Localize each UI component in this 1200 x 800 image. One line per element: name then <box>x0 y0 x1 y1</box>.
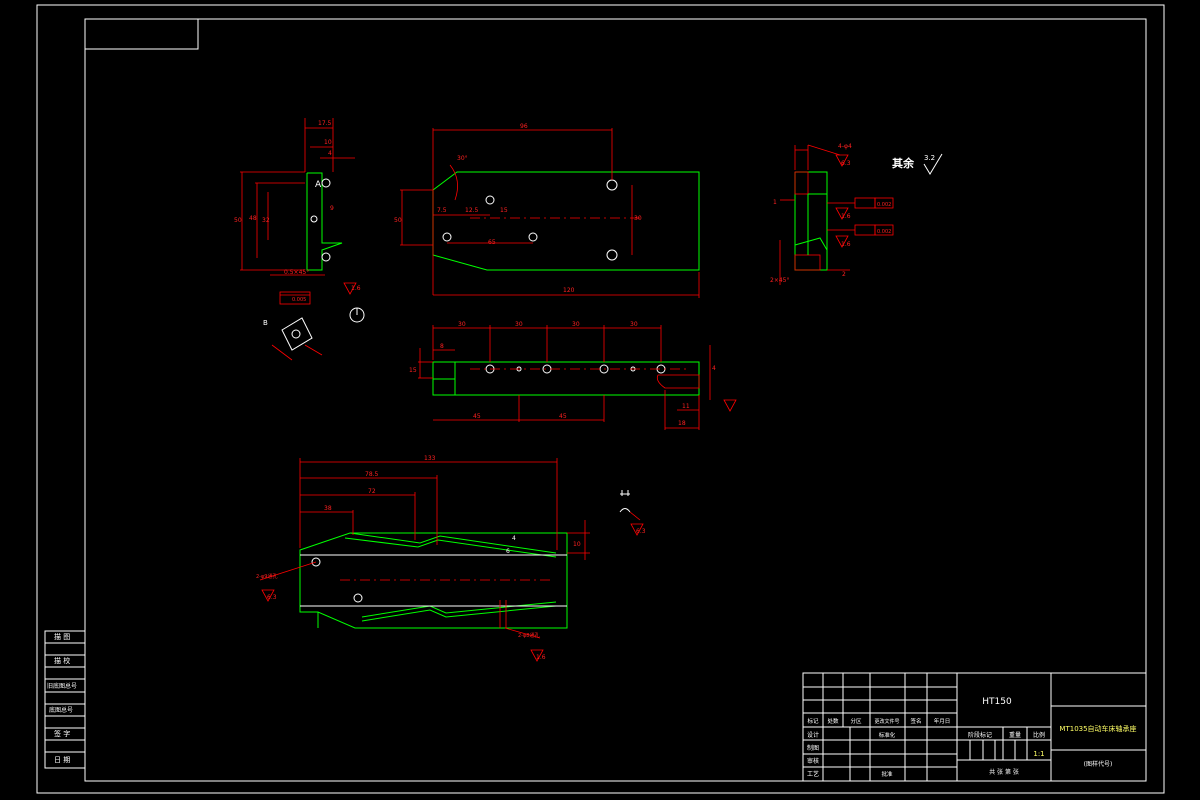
rev-header-4: 签名 <box>910 717 921 725</box>
dim-bot-133: 133 <box>424 455 436 462</box>
dim-mid-30c: 30 <box>572 321 580 328</box>
role-2: 审核 <box>807 757 819 765</box>
dim-main-angle: 30° <box>457 155 468 162</box>
dim-main-bottom: 120 <box>563 287 575 294</box>
dim-v1-bottom: 0.5×45° <box>284 269 309 276</box>
dim-main-h: 50 <box>394 217 402 224</box>
dim-main-75: 7.5 <box>437 207 447 214</box>
dim-sec-1: 1 <box>773 199 777 206</box>
rough-bot-2: 1.6 <box>536 654 546 661</box>
dim-v1-h2: 48 <box>249 215 257 222</box>
dim-v1-h1: 50 <box>234 217 242 224</box>
part-name-text: MT1035自动车床轴承座 <box>1059 724 1136 733</box>
side-row-0: 描 图 <box>54 632 70 641</box>
dim-main-15: 15 <box>500 207 508 214</box>
dim-mid-11: 11 <box>682 403 690 410</box>
dim-mid-18: 18 <box>678 420 686 427</box>
side-view-left: 17.5 10 4 50 48 32 9 0.5×45° 0.005 A 1.6 <box>234 118 365 323</box>
rev-header-5: 年月日 <box>934 717 951 725</box>
role-1: 制图 <box>807 744 819 752</box>
main-view: 96 30° 7.5 12.5 15 65 30 50 120 <box>394 123 700 298</box>
tiny-label-2: 6 <box>506 548 510 555</box>
dim-sec-245: 2×45° <box>770 277 789 284</box>
dim-bot-785: 78.5 <box>365 471 379 478</box>
dim-mid-30d: 30 <box>630 321 638 328</box>
side-row-1: 描 校 <box>54 656 70 665</box>
rev-header-3: 更改文件号 <box>874 718 899 725</box>
dim-mid-30b: 30 <box>515 321 523 328</box>
view-b-label: B <box>263 319 268 327</box>
rough-sec-1: 6.3 <box>841 160 851 167</box>
weight-label: 重量 <box>1009 731 1021 739</box>
tiny-label-1: 4 <box>512 535 516 542</box>
dim-mid-8: 8 <box>440 343 444 350</box>
view-a-label: A <box>315 180 322 190</box>
rough-v1: 1.6 <box>351 285 361 292</box>
dim-main-125: 12.5 <box>465 207 479 214</box>
side-panel: 描 图 描 校 旧底图总号 底图总号 签 字 日 期 <box>44 630 86 769</box>
scale-label: 比例 <box>1033 731 1045 739</box>
stage-label: 阶段标记 <box>968 731 992 739</box>
role-3: 工艺 <box>807 770 819 778</box>
rev-header-0: 标记 <box>807 717 819 725</box>
dim-v1-h4: 9 <box>330 205 334 212</box>
other-roughness-value: 3.2 <box>924 154 935 162</box>
dim-mid-15: 15 <box>409 367 417 374</box>
dim-mid-30a: 30 <box>458 321 466 328</box>
side-row-2: 旧底图总号 <box>47 682 77 690</box>
outer-frame <box>36 4 1165 794</box>
approve-label: 批准 <box>881 770 893 778</box>
top-left-box <box>84 18 199 50</box>
dim-bot-h: 10 <box>573 541 581 548</box>
small-detail-symbol: 6.3 <box>619 490 646 536</box>
dim-mid-45a: 45 <box>473 413 481 420</box>
side-row-4: 签 字 <box>54 729 70 738</box>
other-roughness-note: 其余 3.2 <box>892 153 943 175</box>
rough-sec-2: 1.6 <box>841 213 851 220</box>
dim-bot-hole2: 2-φ8通孔 <box>518 632 539 639</box>
rough-bot-1: 6.3 <box>267 594 277 601</box>
rev-header-1: 处数 <box>827 717 839 725</box>
dim-main-top: 96 <box>520 123 528 130</box>
flatness-1: 0.002 <box>877 202 891 208</box>
section-view-right: 0.002 0.002 4-φ4 1 2 2×45° 6.3 1.6 1.6 <box>770 143 894 285</box>
detail-bottom-left: B <box>263 317 323 361</box>
inner-frame <box>84 18 1147 782</box>
perp-tol-text: 0.005 <box>292 297 306 303</box>
dim-sec-2: 2 <box>842 271 846 278</box>
rev-header-2: 分区 <box>850 717 862 725</box>
side-row-5: 日 期 <box>54 756 70 764</box>
dim-mid-45b: 45 <box>559 413 567 420</box>
dim-main-65: 65 <box>488 239 496 246</box>
dim-bot-hole1: 2-φ9通孔 <box>256 573 277 580</box>
rough-sym: 6.3 <box>636 528 646 535</box>
bottom-view: 133 78.5 72 38 10 2-φ9通孔 2-φ8通孔 4 6 6.3 … <box>256 455 590 662</box>
dim-sec-d: 4-φ4 <box>838 143 852 150</box>
dim-v1-top: 17.5 <box>318 120 332 127</box>
middle-view: 30 30 30 30 8 15 45 45 11 18 4 <box>409 321 737 430</box>
dim-bot-38: 38 <box>324 505 332 512</box>
role-0: 设计 <box>807 731 819 739</box>
rough-sec-3: 1.6 <box>841 241 851 248</box>
other-roughness-label: 其余 <box>892 156 915 170</box>
scale-value: 1:1 <box>1033 750 1044 758</box>
cad-drawing: 描 图 描 校 旧底图总号 底图总号 签 字 日 期 HT150 MT1035自… <box>36 4 1165 794</box>
dim-v1-h3: 32 <box>262 217 270 224</box>
dim-mid-4: 4 <box>712 365 716 372</box>
drawing-code-text: (图样代号) <box>1084 760 1113 768</box>
std-label: 标准化 <box>879 731 896 739</box>
dim-main-30: 30 <box>634 215 642 222</box>
dim-bot-72: 72 <box>368 488 376 495</box>
sheet-label: 共 张 第 张 <box>989 768 1019 776</box>
title-block: HT150 MT1035自动车床轴承座 (图样代号) 比例 1:1 重量 阶段标… <box>802 672 1147 782</box>
dim-v1-mid: 10 <box>324 139 332 146</box>
flatness-2: 0.002 <box>877 229 891 235</box>
dim-v1-small: 4 <box>328 150 332 157</box>
side-row-3: 底图总号 <box>49 706 73 714</box>
material-text: HT150 <box>982 697 1012 707</box>
